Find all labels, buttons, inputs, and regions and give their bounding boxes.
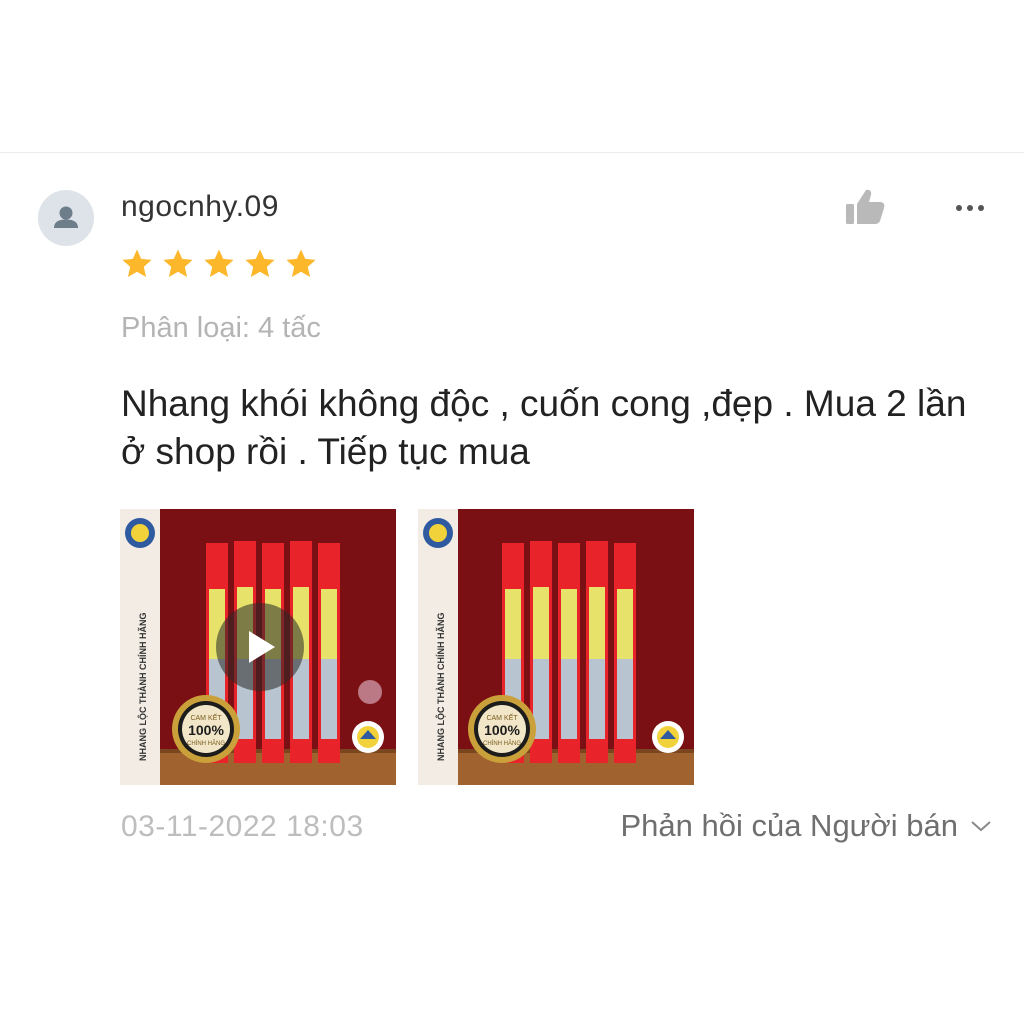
review-timestamp: 03-11-2022 18:03 (121, 810, 364, 843)
side-label: NHANG LỘC THÀNH CHÍNH HÃNG (435, 613, 446, 762)
play-icon (249, 631, 275, 663)
star-icon (204, 249, 234, 278)
star-icon (163, 249, 193, 278)
chevron-down-icon (971, 821, 991, 832)
star-icon (122, 249, 152, 278)
thumbs-up-icon[interactable] (842, 186, 888, 228)
top-divider (0, 152, 1024, 153)
play-button[interactable] (216, 603, 304, 691)
more-horizontal-icon[interactable] (950, 196, 990, 220)
badge-bottom-text: CHÍNH HÃNG (483, 740, 521, 747)
avatar[interactable] (38, 190, 94, 246)
product-variation: Phân loại: 4 tấc (121, 312, 321, 344)
reviewer-username[interactable]: ngocnhy.09 (121, 190, 279, 224)
seller-reply-label: Phản hồi của Người bán (620, 808, 958, 843)
side-label: NHANG LỘC THÀNH CHÍNH HÃNG (137, 613, 148, 762)
review-video-thumbnail[interactable]: NHANG LỘC THÀNH CHÍNH HÃNG CAM KẾT 100% … (120, 509, 396, 785)
badge-bottom-text: CHÍNH HÃNG (187, 740, 225, 747)
user-silhouette-icon (54, 206, 78, 228)
review-image-thumbnail[interactable]: NHANG LỘC THÀNH CHÍNH HÃNG CAM KẾT 100% … (418, 509, 694, 785)
star-rating (120, 247, 318, 281)
badge-value-text: 100% (188, 722, 224, 738)
badge-value-text: 100% (484, 722, 520, 738)
review-comment: Nhang khói không độc , cuốn cong ,đẹp . … (121, 383, 967, 472)
star-icon (286, 249, 316, 278)
star-icon (245, 249, 275, 278)
product-photo: NHANG LỘC THÀNH CHÍNH HÃNG CAM KẾT 100% … (418, 509, 694, 785)
seller-reply-toggle[interactable]: Phản hồi của Người bán (620, 808, 992, 844)
